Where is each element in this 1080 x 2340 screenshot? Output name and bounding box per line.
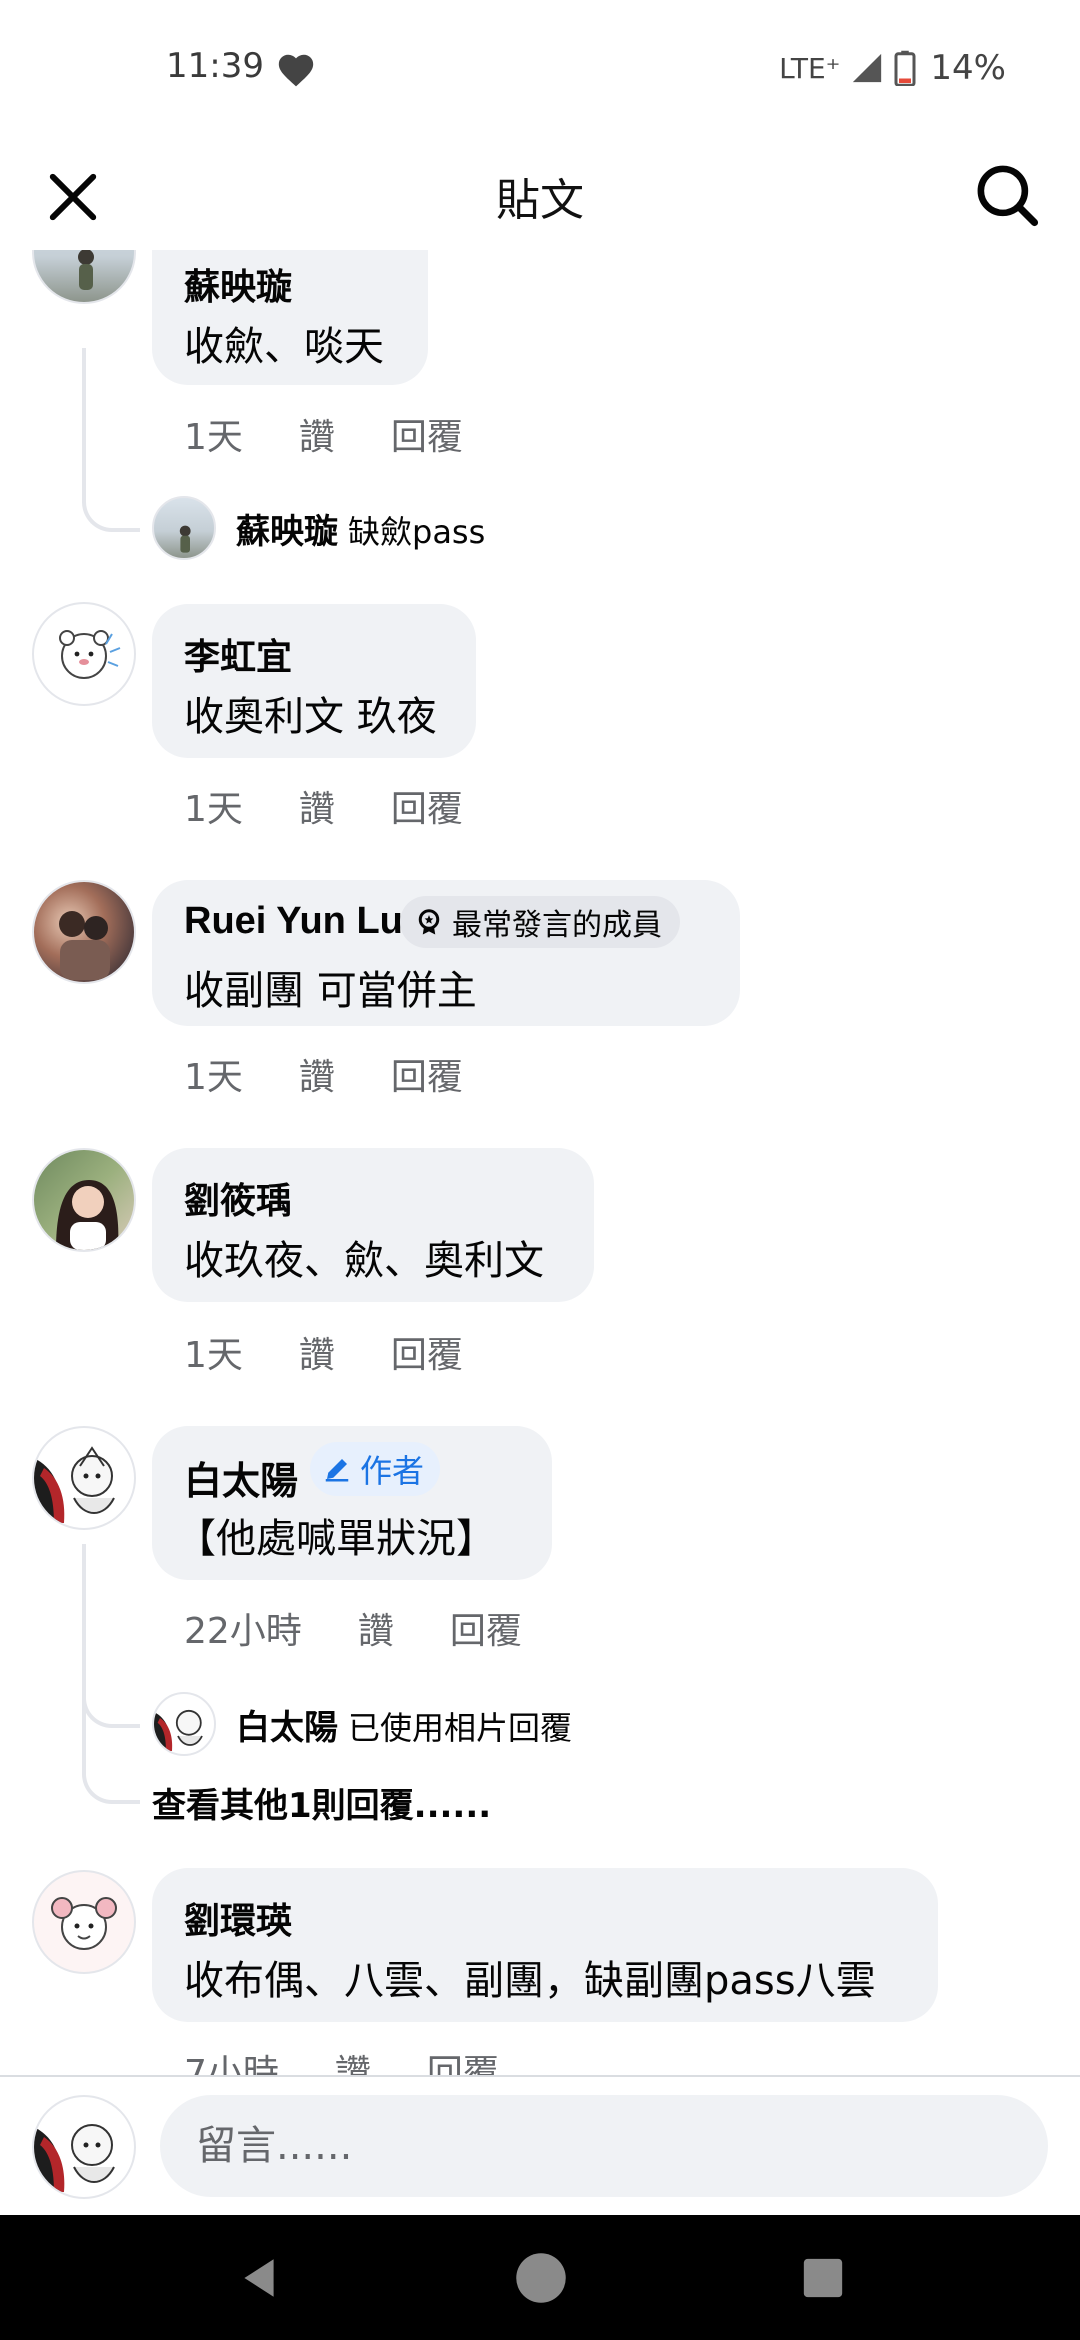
comment-author[interactable]: 白太陽 [184, 1450, 298, 1505]
comment-bubble[interactable]: 李虹宜 收奧利文 玖夜 [152, 604, 476, 758]
comment-bubble[interactable]: 蘇映璇 收歛、啖天 [152, 250, 428, 385]
medal-icon [418, 909, 440, 935]
comment-actions: 1天 讚 回覆 [184, 1048, 463, 1100]
person-figure-icon [78, 250, 94, 290]
comment-author[interactable]: 蘇映璇 [184, 258, 292, 310]
badge-label: 最常發言的成員 [452, 908, 662, 943]
reply-button[interactable]: 回覆 [391, 1326, 463, 1378]
comment-author[interactable]: 劉筱瑀 [184, 1172, 292, 1224]
comment-time[interactable]: 1天 [184, 780, 243, 832]
portrait-photo-icon [56, 1180, 119, 1250]
like-button[interactable]: 讚 [299, 1326, 335, 1378]
anime-avatar-icon [154, 1709, 203, 1754]
comment-time[interactable]: 22小時 [184, 1602, 302, 1654]
comment-actions: 1天 讚 回覆 [184, 780, 463, 832]
network-type: LTE⁺ [779, 51, 841, 85]
like-button[interactable]: 讚 [299, 780, 335, 832]
reply-button[interactable]: 回覆 [391, 1048, 463, 1100]
comment-actions: 22小時 讚 回覆 [184, 1602, 522, 1654]
reply-button[interactable]: 回覆 [450, 1602, 522, 1654]
avatar[interactable] [32, 1870, 136, 1974]
avatar[interactable] [32, 602, 136, 706]
comment-time[interactable]: 1天 [184, 1326, 243, 1378]
anime-avatar-icon [34, 1446, 115, 1528]
reply-button[interactable]: 回覆 [391, 408, 463, 460]
comment-input[interactable] [160, 2095, 1048, 2197]
status-bar: 11:39 LTE⁺ 14% [0, 0, 1080, 140]
comment-bubble[interactable]: 劉筱瑀 收玖夜、歛、奧利文 [152, 1148, 594, 1302]
avatar[interactable] [32, 250, 136, 304]
comment-time[interactable]: 7小時 [184, 2044, 279, 2075]
top-contributor-badge[interactable]: 最常發言的成員 [400, 896, 680, 948]
post-header: 貼文 [0, 140, 1080, 250]
reply-preview[interactable]: 白太陽 已使用相片回覆 [236, 1700, 572, 1749]
battery-percent: 14% [930, 48, 1006, 88]
comment-bubble[interactable]: 劉環瑛 收布偶、八雲、副團，缺副團pass八雲 [152, 1868, 938, 2022]
author-badge[interactable]: 作者 [310, 1442, 441, 1496]
comment-actions: 1天 讚 回覆 [184, 408, 463, 460]
view-more-replies-link[interactable]: 查看其他1則回覆...... [152, 1778, 491, 1827]
comment-author[interactable]: 劉環瑛 [184, 1892, 292, 1944]
page-title: 貼文 [496, 175, 584, 226]
couple-photo-icon [59, 911, 110, 980]
reply-button[interactable]: 回覆 [391, 780, 463, 832]
comment-author[interactable]: 李虹宜 [184, 628, 292, 680]
anime-avatar-icon [34, 2124, 115, 2197]
status-indicators: LTE⁺ 14% [779, 48, 1006, 88]
recents-icon[interactable] [800, 2255, 846, 2301]
thread-line [82, 1544, 140, 1804]
pencil-icon [325, 1459, 349, 1482]
comment-actions: 1天 讚 回覆 [184, 1326, 463, 1378]
reply-author[interactable]: 蘇映璇 [236, 504, 338, 553]
comment-text: 收歛、啖天 [184, 324, 384, 370]
comments-feed[interactable]: 蘇映璇 收歛、啖天 1天 讚 回覆 蘇映璇 缺歛pass 李虹宜 收奧利文 玖夜… [0, 250, 1080, 2075]
comment-actions: 7小時 讚 回覆 [184, 2044, 499, 2075]
comment-text: 收副團 可當併主 [184, 968, 477, 1014]
reply-preview[interactable]: 蘇映璇 缺歛pass [236, 504, 485, 553]
reply-author[interactable]: 白太陽 [236, 1700, 338, 1749]
bear-sticker-icon [59, 630, 121, 679]
comment-time[interactable]: 1天 [184, 1048, 243, 1100]
reply-avatar[interactable] [152, 496, 216, 560]
reply-text: 缺歛pass [348, 513, 486, 551]
avatar[interactable] [32, 1426, 136, 1530]
comment-text: 收布偶、八雲、副團，缺副團pass八雲 [184, 1958, 876, 2004]
like-button[interactable]: 讚 [299, 1048, 335, 1100]
avatar[interactable] [32, 1148, 136, 1252]
like-button[interactable]: 讚 [299, 408, 335, 460]
comment-text: 收奧利文 玖夜 [184, 694, 437, 740]
comment-author[interactable]: Ruei Yun Lu [184, 900, 403, 943]
avatar[interactable] [32, 880, 136, 984]
thread-line [82, 348, 140, 532]
signal-icon [853, 53, 882, 83]
current-user-avatar[interactable] [32, 2095, 136, 2199]
reply-avatar[interactable] [152, 1692, 216, 1756]
search-icon[interactable] [974, 162, 1040, 228]
person-figure-icon [179, 525, 191, 553]
reply-text: 已使用相片回覆 [348, 1709, 573, 1747]
comment-time[interactable]: 1天 [184, 408, 243, 460]
comment-composer [0, 2075, 1080, 2217]
heart-icon [278, 54, 314, 87]
comment-text: 收玖夜、歛、奧利文 [184, 1238, 544, 1284]
back-icon[interactable] [234, 2253, 284, 2303]
comment-text: 【他處喊單狀況】 [176, 1516, 496, 1562]
reply-button[interactable]: 回覆 [427, 2044, 499, 2075]
badge-label: 作者 [360, 1452, 425, 1490]
like-button[interactable]: 讚 [358, 1602, 394, 1654]
system-navigation-bar [0, 2215, 1080, 2340]
cartoon-avatar-icon [51, 1897, 117, 1950]
battery-icon [894, 50, 916, 86]
like-button[interactable]: 讚 [335, 2044, 371, 2075]
status-time: 11:39 [166, 46, 264, 86]
home-icon[interactable] [514, 2251, 568, 2305]
